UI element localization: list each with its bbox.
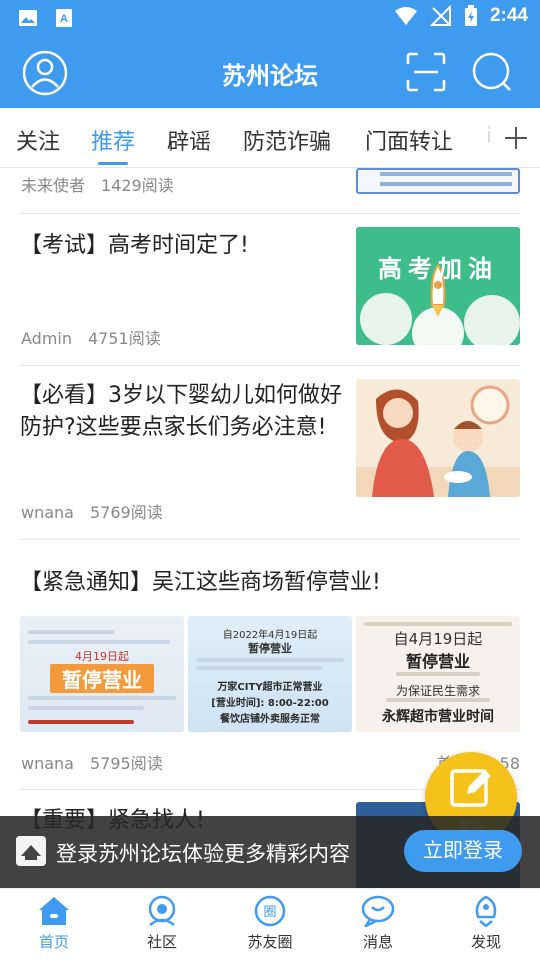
post-views: 4751阅读 (88, 329, 161, 348)
post-thumbnail[interactable] (356, 379, 520, 497)
thumbnail-caption: 高考加油 (378, 255, 498, 283)
status-bar: A 2:44 (0, 0, 540, 36)
divider (20, 213, 520, 214)
svg-text:A: A (60, 13, 68, 25)
battery-charging-icon (464, 5, 477, 26)
post-title[interactable]: 【考试】高考时间定了! (20, 230, 340, 262)
clock: 2:44 (489, 5, 528, 26)
nav-label: 苏友圈 (247, 933, 293, 951)
tab-recommended[interactable]: 推荐 (91, 124, 135, 156)
mother-baby-illustration (356, 379, 520, 497)
post-thumbnail[interactable]: 4月19日起 暂停营业 (20, 616, 184, 732)
post-meta: wnana 5795阅读 (21, 750, 163, 774)
poster-line-2: [营业时间]: 8:00-22:00 (211, 698, 329, 709)
login-button[interactable]: 立即登录 (404, 830, 522, 872)
gallery-icon (19, 10, 37, 26)
post-author: wnana (21, 754, 74, 773)
tab-rumor[interactable]: 辟谣 (167, 124, 211, 156)
post-views: 5769阅读 (89, 503, 163, 522)
nav-label: 社区 (146, 933, 177, 951)
poster-heading: 暂停营业 (405, 652, 470, 671)
post-meta: Admin 4751阅读 (21, 325, 161, 349)
poster-heading: 暂停营业 (248, 642, 292, 655)
post-thumbnail[interactable]: 高考加油 (356, 227, 520, 345)
active-tab-indicator (98, 162, 128, 165)
nav-friend-circle[interactable]: 圈 苏友圈 (216, 895, 324, 952)
no-signal-icon (429, 5, 451, 26)
nav-discover[interactable]: 发现 (432, 895, 540, 952)
page-title: 苏州论坛 (222, 62, 318, 90)
poster-subtitle: 4月19日起 (75, 650, 129, 663)
login-banner: 登录苏州论坛体验更多精彩内容 立即登录 (0, 816, 540, 888)
divider (20, 365, 520, 366)
nav-label: 发现 (470, 933, 501, 951)
discover-icon (475, 895, 497, 927)
poster-line-3: 餐饮店铺外卖服务正常 (220, 714, 320, 725)
post-author: 未来使者 (21, 176, 86, 195)
post-views: 5795阅读 (89, 754, 163, 773)
poster-date: 自2022年4月19日起 (222, 630, 318, 641)
message-icon (361, 895, 395, 927)
post-author: wnana (21, 503, 74, 522)
wifi-icon (394, 7, 417, 25)
post-meta: wnana 5769阅读 (21, 499, 163, 523)
post-title[interactable]: 【紧急通知】吴江这些商场暂停营业! (20, 567, 520, 599)
poster-heading: 暂停营业 (50, 664, 154, 693)
tab-follow[interactable]: 关注 (16, 124, 60, 156)
app-logo (16, 836, 46, 866)
poster-date: 自4月19日起 (393, 630, 483, 648)
poster-line-1: 万家CITY超市正常营业 (217, 682, 323, 693)
post-thumbnail[interactable]: 自2022年4月19日起 暂停营业 万家CITY超市正常营业 [营业时间]: 8… (188, 616, 352, 732)
circle-icon: 圈 (254, 895, 286, 927)
poster-line-2: 永辉超市营业时间 (382, 709, 494, 725)
divider (20, 539, 520, 540)
post-author: Admin (21, 329, 72, 348)
nav-home[interactable]: 首页 (0, 895, 108, 952)
nav-label: 消息 (362, 933, 393, 951)
plus-icon (505, 127, 527, 149)
tab-anti-fraud[interactable]: 防范诈骗 (243, 124, 331, 156)
search-icon[interactable] (470, 50, 514, 94)
tab-shop-transfer[interactable]: 门面转让 (365, 124, 453, 156)
bottom-navigation: 首页 社区 圈 苏友圈 消息 发现 (0, 888, 540, 960)
edit-icon (450, 769, 491, 807)
post-thumbnail[interactable] (356, 168, 520, 194)
post-title[interactable]: 【必看】3岁以下婴幼儿如何做好防护?这些要点家长们务必注意! (20, 380, 350, 444)
scan-icon[interactable] (404, 50, 448, 94)
post-views: 1429阅读 (101, 176, 174, 195)
app-header: 苏州论坛 (0, 36, 540, 108)
category-tabs: 关注 推荐 辟谣 防范诈骗 门面转让 i (0, 108, 540, 168)
post-meta: 未来使者 1429阅读 (21, 172, 174, 196)
home-icon (39, 897, 69, 925)
login-prompt: 登录苏州论坛体验更多精彩内容 (56, 842, 350, 866)
svg-text:圈: 圈 (263, 905, 276, 920)
community-icon (148, 895, 176, 926)
rocket-illustration (356, 227, 520, 345)
post-thumbnail[interactable]: 自4月19日起 暂停营业 为保证民生需求 永辉超市营业时间 (356, 616, 520, 732)
font-app-icon: A (56, 9, 72, 27)
nav-label: 首页 (38, 933, 69, 951)
poster-line-1: 为保证民生需求 (395, 684, 480, 698)
nav-community[interactable]: 社区 (108, 895, 216, 952)
add-tab-button[interactable] (492, 108, 540, 167)
nav-messages[interactable]: 消息 (324, 895, 432, 952)
